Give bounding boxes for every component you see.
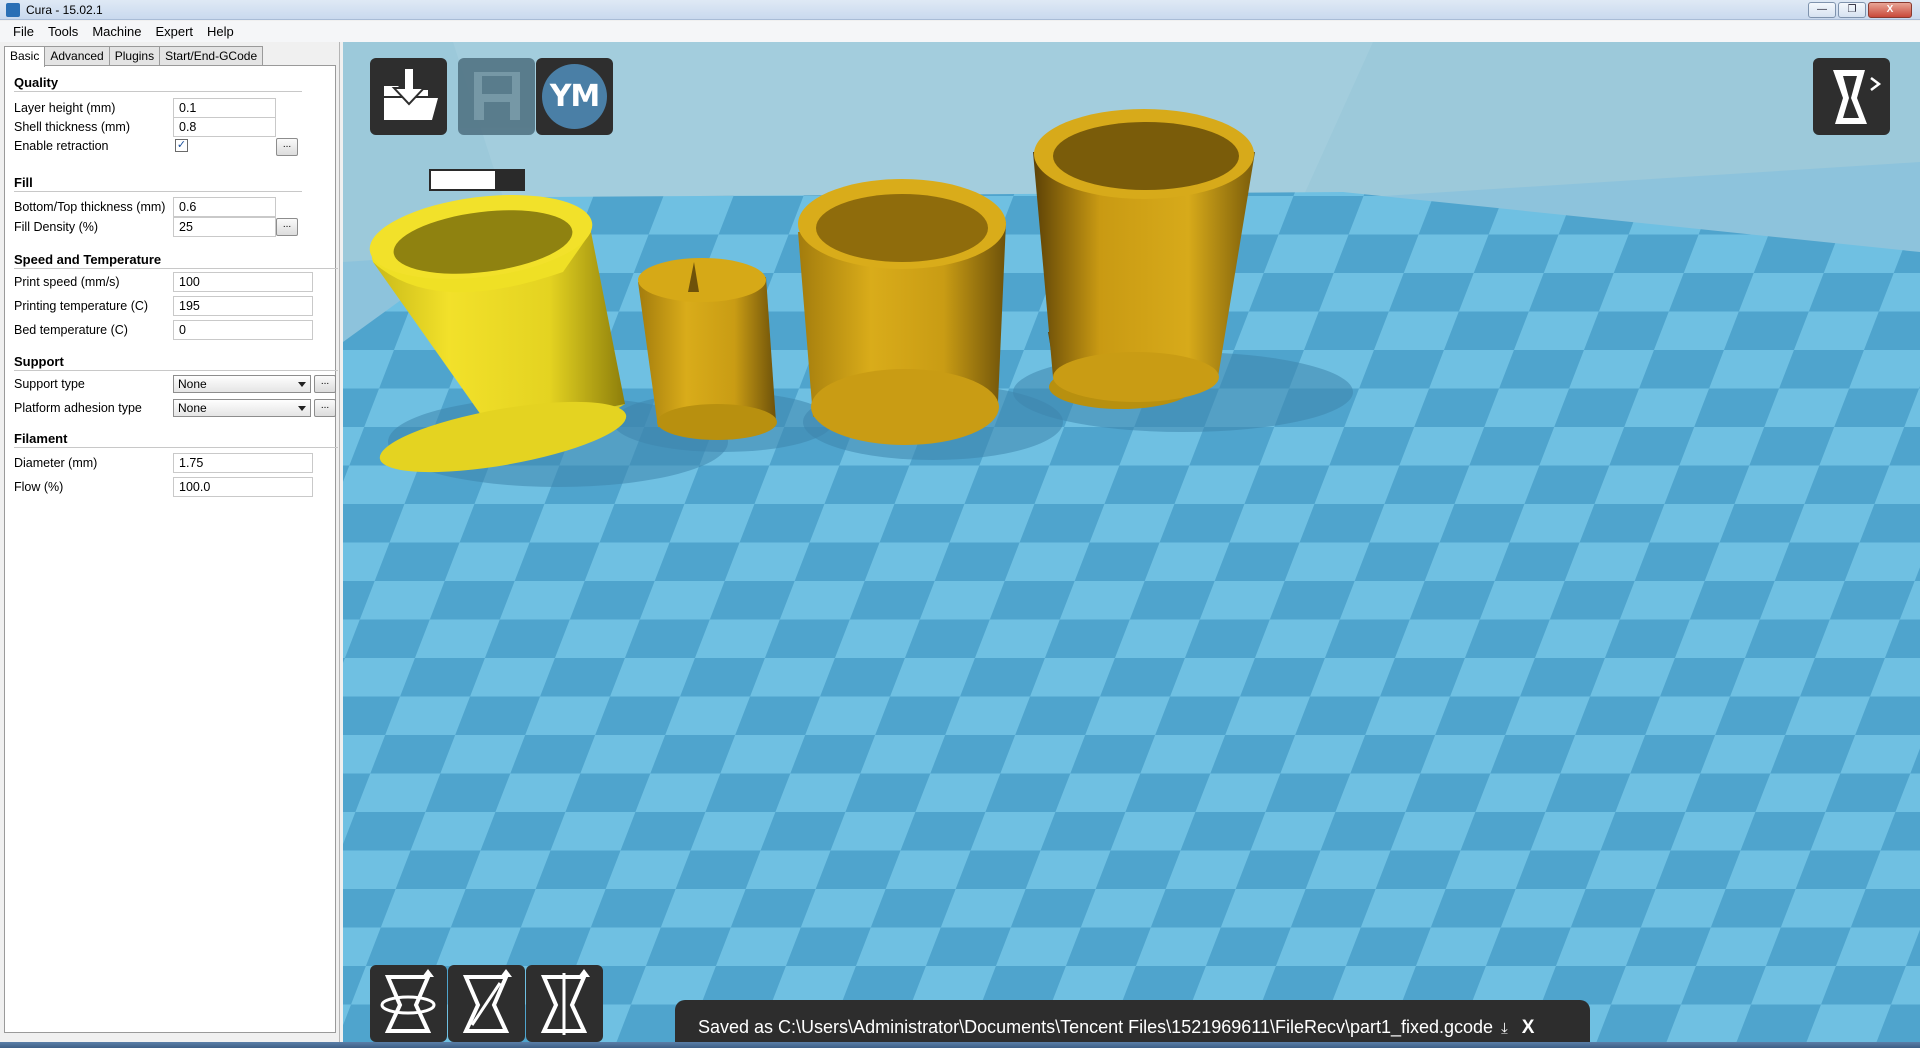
save-disk-icon (474, 72, 520, 120)
diameter-input[interactable] (173, 453, 313, 473)
view-mode-icon (1833, 70, 1882, 124)
fill-settings-button[interactable]: ... (276, 218, 298, 236)
layer-height-input[interactable] (173, 98, 276, 118)
close-button[interactable]: X (1868, 2, 1912, 18)
printing-temperature-input[interactable] (173, 296, 313, 316)
section-support: Support (14, 354, 64, 369)
progress-fill (431, 171, 496, 189)
fill-density-input[interactable] (173, 217, 276, 237)
minimize-button[interactable]: — (1808, 2, 1836, 18)
platform-adhesion-value: None (178, 401, 207, 415)
flow-label: Flow (%) (14, 480, 64, 494)
divider (14, 91, 302, 92)
divider (14, 447, 338, 448)
platform-adhesion-label: Platform adhesion type (14, 401, 142, 415)
rotate-icon (380, 969, 436, 1033)
mirror-tool-button[interactable] (526, 965, 603, 1042)
platform-adhesion-select[interactable]: None (173, 399, 311, 417)
settings-panel: Basic Advanced Plugins Start/End-GCode Q… (0, 42, 340, 1042)
support-type-label: Support type (14, 377, 85, 391)
bed-temperature-input[interactable] (173, 320, 313, 340)
notification-text: Saved as C:\Users\Administrator\Document… (698, 1017, 1494, 1037)
support-settings-button[interactable]: ... (314, 375, 336, 393)
print-speed-input[interactable] (173, 272, 313, 292)
print-speed-label: Print speed (mm/s) (14, 275, 120, 289)
youmagine-button[interactable]: YM (536, 58, 613, 135)
support-type-value: None (178, 377, 207, 391)
bed-temperature-label: Bed temperature (C) (14, 323, 128, 337)
build-plate-scene (343, 42, 1920, 1042)
shell-thickness-label: Shell thickness (mm) (14, 120, 130, 134)
menu-machine[interactable]: Machine (85, 24, 148, 39)
divider (14, 191, 302, 192)
tab-advanced[interactable]: Advanced (44, 46, 110, 66)
tab-basic[interactable]: Basic (4, 46, 46, 67)
dismiss-notification-button[interactable]: X (1522, 1017, 1535, 1039)
load-folder-icon (384, 67, 438, 120)
bottom-top-thickness-label: Bottom/Top thickness (mm) (14, 200, 166, 214)
printing-temperature-label: Printing temperature (C) (14, 299, 149, 313)
divider (14, 370, 338, 371)
bottom-top-thickness-input[interactable] (173, 197, 276, 217)
title-bar: Cura - 15.02.1 — ❐ X (0, 0, 1920, 20)
slice-progress-bar (429, 169, 525, 191)
view-mode-button[interactable] (1813, 58, 1890, 135)
enable-retraction-label: Enable retraction (14, 139, 109, 153)
support-type-select[interactable]: None (173, 375, 311, 393)
menu-bar: File Tools Machine Expert Help (0, 21, 1920, 42)
tab-start-end-gcode[interactable]: Start/End-GCode (159, 46, 264, 66)
chevron-down-icon (298, 406, 306, 411)
save-toolpath-button[interactable] (458, 58, 535, 135)
3d-viewport[interactable]: YM Saved as C:\Users\Administrator\Docum… (343, 42, 1920, 1042)
rotate-tool-button[interactable] (370, 965, 447, 1042)
save-notification: Saved as C:\Users\Administrator\Document… (675, 1000, 1590, 1042)
window-title: Cura - 15.02.1 (26, 3, 103, 17)
tab-plugins[interactable]: Plugins (108, 46, 161, 66)
flow-input[interactable] (173, 477, 313, 497)
shell-thickness-input[interactable] (173, 117, 276, 137)
fill-density-label: Fill Density (%) (14, 220, 99, 234)
layer-height-label: Layer height (mm) (14, 101, 116, 115)
settings-tabs: Basic Advanced Plugins Start/End-GCode (4, 46, 264, 67)
section-quality: Quality (14, 75, 59, 90)
cura-app-icon (6, 3, 20, 17)
divider (14, 268, 338, 269)
diameter-label: Diameter (mm) (14, 456, 98, 470)
basic-tab-panel: Quality Layer height (mm) Shell thicknes… (4, 65, 338, 1033)
chevron-down-icon (298, 382, 306, 387)
youmagine-logo: YM (542, 64, 607, 129)
load-model-button[interactable] (370, 58, 447, 135)
adhesion-settings-button[interactable]: ... (314, 399, 336, 417)
menu-tools[interactable]: Tools (41, 24, 85, 39)
section-filament: Filament (14, 431, 68, 446)
retraction-settings-button[interactable]: ... (276, 138, 298, 156)
section-fill: Fill (14, 175, 33, 190)
section-speed-temperature: Speed and Temperature (14, 252, 162, 267)
mirror-icon (540, 969, 590, 1035)
restore-button[interactable]: ❐ (1838, 2, 1866, 18)
menu-expert[interactable]: Expert (148, 24, 200, 39)
window-controls: — ❐ X (1808, 2, 1912, 18)
windows-taskbar (0, 1042, 1920, 1048)
menu-help[interactable]: Help (200, 24, 241, 39)
scale-icon (462, 969, 512, 1033)
scale-tool-button[interactable] (448, 965, 525, 1042)
enable-retraction-checkbox[interactable]: ✓ (175, 139, 188, 152)
eject-sd-icon[interactable]: ⤓ (1501, 1020, 1508, 1037)
menu-file[interactable]: File (6, 24, 41, 39)
